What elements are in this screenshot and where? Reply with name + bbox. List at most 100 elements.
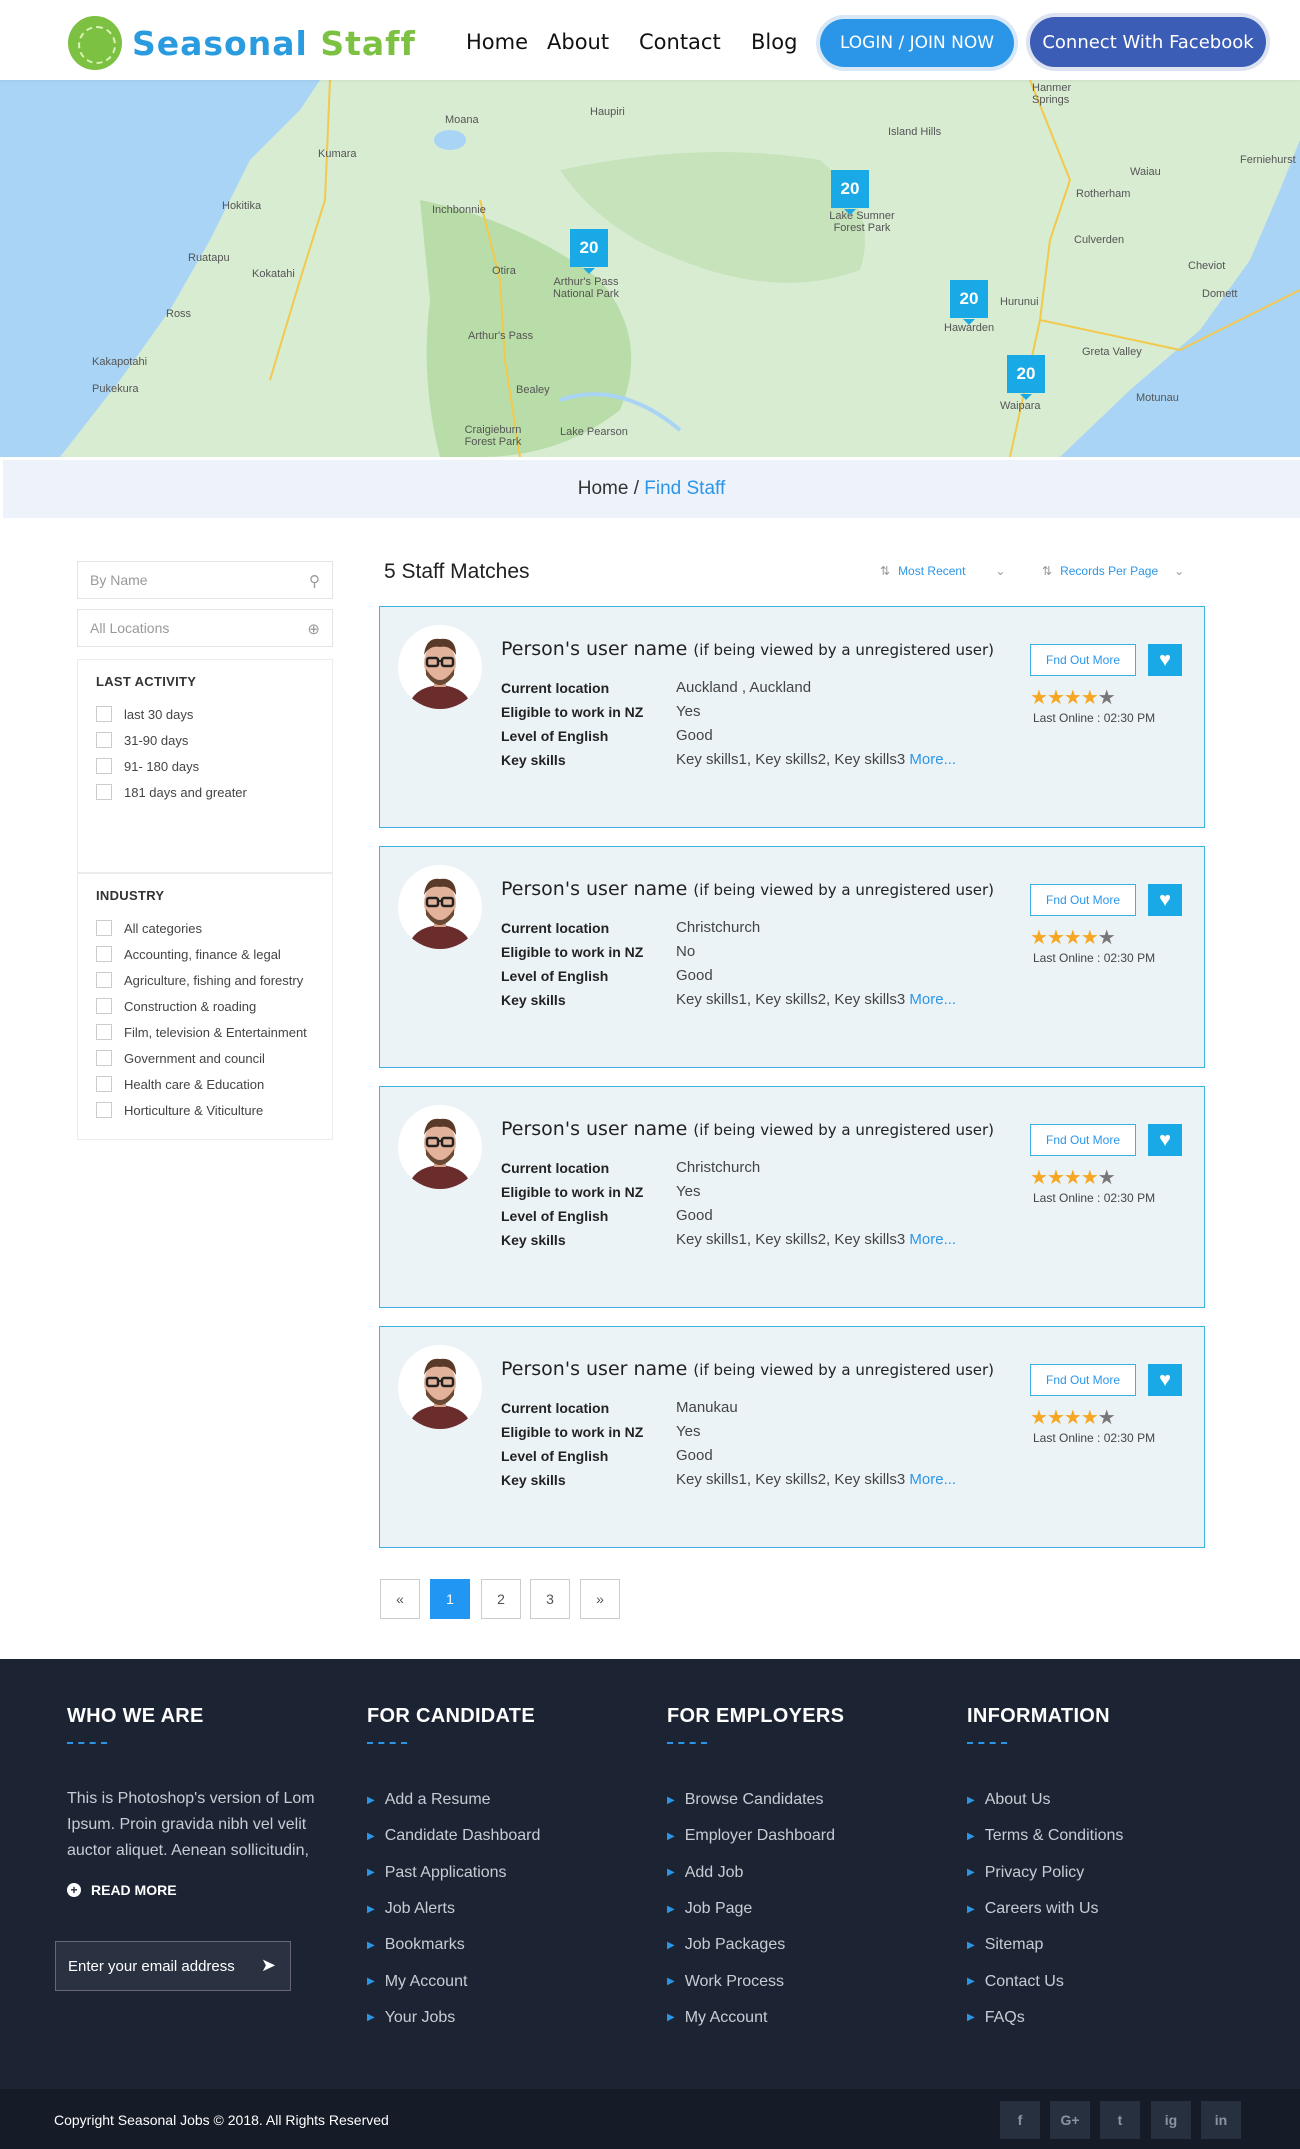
more-skills-link[interactable]: More... xyxy=(909,751,956,768)
staff-name[interactable]: Person's user name (if being viewed by a… xyxy=(501,878,994,900)
heart-icon[interactable]: ♥ xyxy=(1148,1124,1182,1156)
site-logo[interactable]: Seasonal Staff xyxy=(68,16,416,70)
newsletter-email-input[interactable]: Enter your email address ➤ xyxy=(55,1941,291,1991)
map-cluster-pin[interactable]: 20 xyxy=(831,170,869,215)
footer-link-label: Add Job xyxy=(684,1863,744,1881)
footer-link[interactable]: ▶ About Us xyxy=(967,1782,1227,1818)
staff-map[interactable]: Moana Haupiri Kumara Hokitika Inchbonnie… xyxy=(0,80,1300,457)
heart-icon[interactable]: ♥ xyxy=(1148,644,1182,676)
map-cluster-pin[interactable]: 20 xyxy=(950,280,988,325)
nav-contact[interactable]: Contact xyxy=(639,30,721,54)
connect-facebook-button[interactable]: Connect With Facebook xyxy=(1030,17,1266,67)
industry-option[interactable]: Horticulture & Viticulture xyxy=(96,1097,314,1123)
checkbox[interactable] xyxy=(96,706,112,722)
industry-option[interactable]: Agriculture, fishing and forestry xyxy=(96,967,314,993)
avatar[interactable] xyxy=(398,625,482,709)
footer-link[interactable]: ▶ Job Packages xyxy=(667,1927,927,1963)
read-more-link[interactable]: + READ MORE xyxy=(67,1882,327,1898)
more-skills-link[interactable]: More... xyxy=(909,991,956,1008)
footer-link[interactable]: ▶ Careers with Us xyxy=(967,1891,1227,1927)
checkbox[interactable] xyxy=(96,1050,112,1066)
breadcrumb-home[interactable]: Home xyxy=(578,478,629,499)
activity-option[interactable]: 91- 180 days xyxy=(96,753,314,779)
find-out-more-button[interactable]: Fnd Out More xyxy=(1030,1364,1136,1396)
staff-name-note: (if being viewed by a unregistered user) xyxy=(693,1361,995,1379)
footer-link[interactable]: ▶ My Account xyxy=(667,2000,927,2036)
footer-link[interactable]: ▶ My Account xyxy=(367,1963,627,1999)
footer-link[interactable]: ▶ Job Alerts xyxy=(367,1891,627,1927)
footer-link[interactable]: ▶ Sitemap xyxy=(967,1927,1227,1963)
checkbox[interactable] xyxy=(96,920,112,936)
staff-name[interactable]: Person's user name (if being viewed by a… xyxy=(501,638,994,660)
footer-link[interactable]: ▶ Terms & Conditions xyxy=(967,1818,1227,1854)
checkbox[interactable] xyxy=(96,784,112,800)
footer-link[interactable]: ▶ Bookmarks xyxy=(367,1927,627,1963)
checkbox[interactable] xyxy=(96,732,112,748)
staff-name[interactable]: Person's user name (if being viewed by a… xyxy=(501,1118,994,1140)
facebook-icon[interactable]: f xyxy=(1000,2101,1040,2139)
activity-option[interactable]: 31-90 days xyxy=(96,727,314,753)
more-skills-link[interactable]: More... xyxy=(909,1471,956,1488)
activity-option[interactable]: last 30 days xyxy=(96,701,314,727)
checkbox[interactable] xyxy=(96,946,112,962)
avatar[interactable] xyxy=(398,1105,482,1189)
nav-blog[interactable]: Blog xyxy=(751,30,797,54)
footer-link[interactable]: ▶ Add a Resume xyxy=(367,1782,627,1818)
footer-link[interactable]: ▶ Your Jobs xyxy=(367,2000,627,2036)
pagination-page[interactable]: 3 xyxy=(530,1579,570,1619)
industry-option[interactable]: Film, television & Entertainment xyxy=(96,1019,314,1045)
heart-icon[interactable]: ♥ xyxy=(1148,884,1182,916)
pagination-page[interactable]: 2 xyxy=(481,1579,521,1619)
industry-option[interactable]: Construction & roading xyxy=(96,993,314,1019)
pagination-prev[interactable]: « xyxy=(380,1579,420,1619)
avatar[interactable] xyxy=(398,1345,482,1429)
send-icon[interactable]: ➤ xyxy=(261,1955,276,1976)
checkbox[interactable] xyxy=(96,758,112,774)
industry-option[interactable]: Government and council xyxy=(96,1045,314,1071)
find-out-more-button[interactable]: Fnd Out More xyxy=(1030,1124,1136,1156)
activity-option[interactable]: 181 days and greater xyxy=(96,779,314,805)
locate-icon[interactable]: ⊕ xyxy=(307,620,320,638)
footer-link[interactable]: ▶ FAQs xyxy=(967,2000,1227,2036)
nav-about[interactable]: About xyxy=(547,30,609,54)
footer-link[interactable]: ▶ Work Process xyxy=(667,1963,927,1999)
footer-link[interactable]: ▶ Job Page xyxy=(667,1891,927,1927)
footer-link[interactable]: ▶ Candidate Dashboard xyxy=(367,1818,627,1854)
location-input[interactable]: All Locations ⊕ xyxy=(77,609,333,647)
logo-text-seasonal: Seasonal xyxy=(132,23,308,63)
avatar[interactable] xyxy=(398,865,482,949)
google-plus-icon[interactable]: G+ xyxy=(1050,2101,1090,2139)
industry-option[interactable]: All categories xyxy=(96,915,314,941)
checkbox[interactable] xyxy=(96,1024,112,1040)
map-cluster-pin[interactable]: 20 xyxy=(570,229,608,274)
footer-link[interactable]: ▶ Browse Candidates xyxy=(667,1782,927,1818)
login-join-button[interactable]: LOGIN / JOIN NOW xyxy=(820,19,1014,67)
find-out-more-button[interactable]: Fnd Out More xyxy=(1030,644,1136,676)
search-icon[interactable]: ⚲ xyxy=(309,572,320,590)
linkedin-icon[interactable]: in xyxy=(1201,2101,1241,2139)
industry-option[interactable]: Accounting, finance & legal xyxy=(96,941,314,967)
pagination-page[interactable]: 1 xyxy=(430,1579,470,1619)
twitter-icon[interactable]: t xyxy=(1100,2101,1140,2139)
footer-link[interactable]: ▶ Contact Us xyxy=(967,1963,1227,1999)
heart-icon[interactable]: ♥ xyxy=(1148,1364,1182,1396)
pagination-next[interactable]: » xyxy=(580,1579,620,1619)
checkbox[interactable] xyxy=(96,998,112,1014)
instagram-icon[interactable]: ig xyxy=(1151,2101,1191,2139)
checkbox[interactable] xyxy=(96,1102,112,1118)
more-skills-link[interactable]: More... xyxy=(909,1231,956,1248)
map-cluster-pin[interactable]: 20 xyxy=(1007,355,1045,400)
industry-option[interactable]: Health care & Education xyxy=(96,1071,314,1097)
checkbox[interactable] xyxy=(96,972,112,988)
footer-link[interactable]: ▶ Privacy Policy xyxy=(967,1855,1227,1891)
per-page-dropdown[interactable]: ⇅ Records Per Page ⌄ xyxy=(1042,564,1184,578)
footer-link[interactable]: ▶ Past Applications xyxy=(367,1855,627,1891)
nav-home[interactable]: Home xyxy=(466,30,528,54)
sort-dropdown[interactable]: ⇅ Most Recent ⌄ xyxy=(880,564,1005,578)
footer-link[interactable]: ▶ Add Job xyxy=(667,1855,927,1891)
staff-name[interactable]: Person's user name (if being viewed by a… xyxy=(501,1358,994,1380)
find-out-more-button[interactable]: Fnd Out More xyxy=(1030,884,1136,916)
checkbox[interactable] xyxy=(96,1076,112,1092)
footer-link[interactable]: ▶ Employer Dashboard xyxy=(667,1818,927,1854)
search-name-input[interactable]: By Name ⚲ xyxy=(77,561,333,599)
